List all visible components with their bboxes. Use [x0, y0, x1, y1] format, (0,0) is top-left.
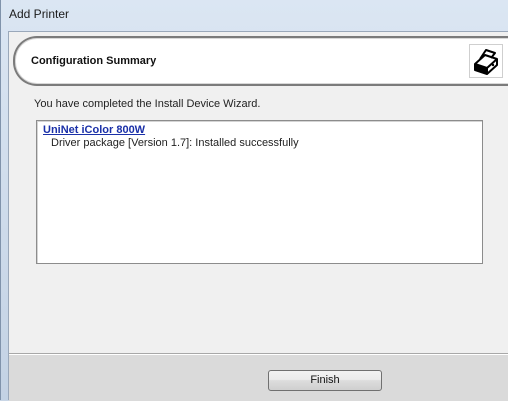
finish-button[interactable]: Finish: [268, 370, 382, 391]
wizard-header: Configuration Summary: [13, 36, 508, 86]
window-title: Add Printer: [9, 7, 70, 21]
add-printer-window: Add Printer Configuration Summary You ha…: [0, 0, 508, 401]
button-bar: Finish: [9, 355, 508, 401]
title-bar[interactable]: Add Printer: [1, 0, 508, 28]
results-list[interactable]: UniNet iColor 800W Driver package [Versi…: [36, 120, 483, 264]
device-name-link[interactable]: UniNet iColor 800W: [43, 124, 145, 136]
printer-wizard-icon: [469, 44, 503, 78]
wizard-page: Configuration Summary You have completed…: [8, 31, 508, 401]
completion-message: You have completed the Install Device Wi…: [34, 98, 261, 110]
driver-status-text: Driver package [Version 1.7]: Installed …: [51, 137, 299, 149]
page-title: Configuration Summary: [31, 55, 157, 67]
